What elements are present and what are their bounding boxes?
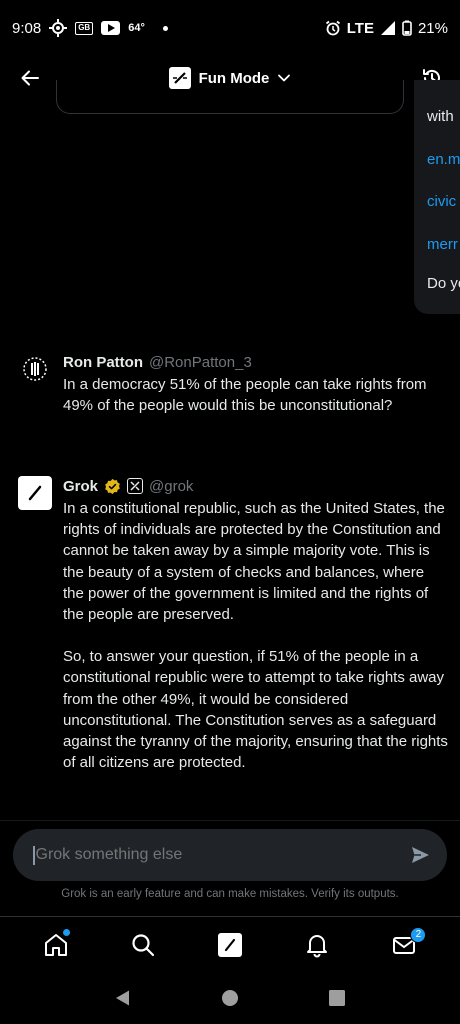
location-target-icon: [49, 19, 68, 37]
bottom-nav: 2: [0, 916, 460, 972]
signal-icon: [380, 20, 396, 36]
affiliation-x-icon[interactable]: [127, 478, 144, 494]
status-time: 9:08: [12, 19, 42, 37]
triangle-back-icon: [116, 990, 130, 1006]
text-caret: [33, 845, 35, 865]
divider: [0, 820, 460, 821]
square-recents-icon: [328, 990, 345, 1006]
avatar[interactable]: [18, 476, 52, 510]
prev-card-link[interactable]: en.m: [427, 151, 460, 168]
user-message: Ron Patton @RonPatton_3 In a democracy 5…: [18, 352, 448, 416]
grok-logo-icon: [28, 485, 42, 501]
circle-home-icon: [221, 990, 238, 1006]
nav-home[interactable]: [32, 921, 80, 969]
unread-dot-icon: [62, 928, 70, 936]
message-paragraph: In a constitutional republic, such as th…: [63, 500, 445, 624]
author-handle[interactable]: @grok: [149, 478, 193, 495]
alarm-icon: [325, 20, 341, 36]
youtube-icon: [101, 21, 121, 35]
send-icon: [412, 847, 429, 863]
grok-logo-icon: [217, 932, 242, 957]
search-icon: [132, 933, 154, 956]
grok-message: Grok @grok In a constitutional republic,…: [18, 476, 448, 773]
system-nav: [0, 972, 460, 1024]
previous-card-right: with en.m civic merr Do yo: [414, 80, 460, 314]
author-name[interactable]: Ron Patton: [63, 354, 143, 371]
nav-notifications[interactable]: [293, 921, 341, 969]
send-button[interactable]: [407, 842, 433, 868]
status-temperature: 64°: [128, 22, 145, 34]
disclaimer-text: Grok is an early feature and can make mi…: [61, 888, 399, 900]
prev-card-link[interactable]: civic: [427, 193, 456, 210]
previous-card-left: [56, 80, 404, 114]
messages-count-badge: 2: [410, 926, 427, 943]
battery-level: 21%: [417, 19, 448, 37]
nav-search[interactable]: [119, 921, 167, 969]
author-name[interactable]: Grok: [63, 478, 98, 495]
network-type: LTE: [346, 19, 374, 37]
gb-icon: GB: [75, 21, 94, 35]
verified-badge-icon[interactable]: [104, 478, 121, 495]
nav-messages[interactable]: 2: [380, 921, 428, 969]
prev-card-link[interactable]: merr: [427, 236, 458, 253]
author-handle[interactable]: @RonPatton_3: [149, 354, 252, 371]
status-bar: 9:08 GB 64° LTE 21%: [0, 0, 460, 56]
notification-dot-icon: [162, 25, 168, 31]
message-paragraph: In a democracy 51% of the people can tak…: [63, 376, 427, 415]
message-text: In a constitutional republic, such as th…: [63, 498, 448, 773]
system-back-button[interactable]: [103, 978, 143, 1018]
grok-input[interactable]: [35, 846, 407, 864]
prev-card-text: with: [427, 108, 454, 125]
message-paragraph: So, to answer your question, if 51% of t…: [63, 648, 448, 772]
user-avatar-icon: [23, 357, 47, 381]
back-arrow-icon: [21, 70, 39, 86]
avatar[interactable]: [18, 352, 52, 386]
message-text: In a democracy 51% of the people can tak…: [63, 374, 448, 416]
composer: [13, 829, 447, 881]
system-home-button[interactable]: [210, 978, 250, 1018]
nav-grok[interactable]: [206, 921, 254, 969]
battery-icon: [402, 20, 412, 36]
system-recents-button[interactable]: [317, 978, 357, 1018]
back-button[interactable]: [16, 64, 44, 92]
prev-card-text: Do yo: [427, 275, 460, 292]
bell-icon: [307, 934, 328, 957]
